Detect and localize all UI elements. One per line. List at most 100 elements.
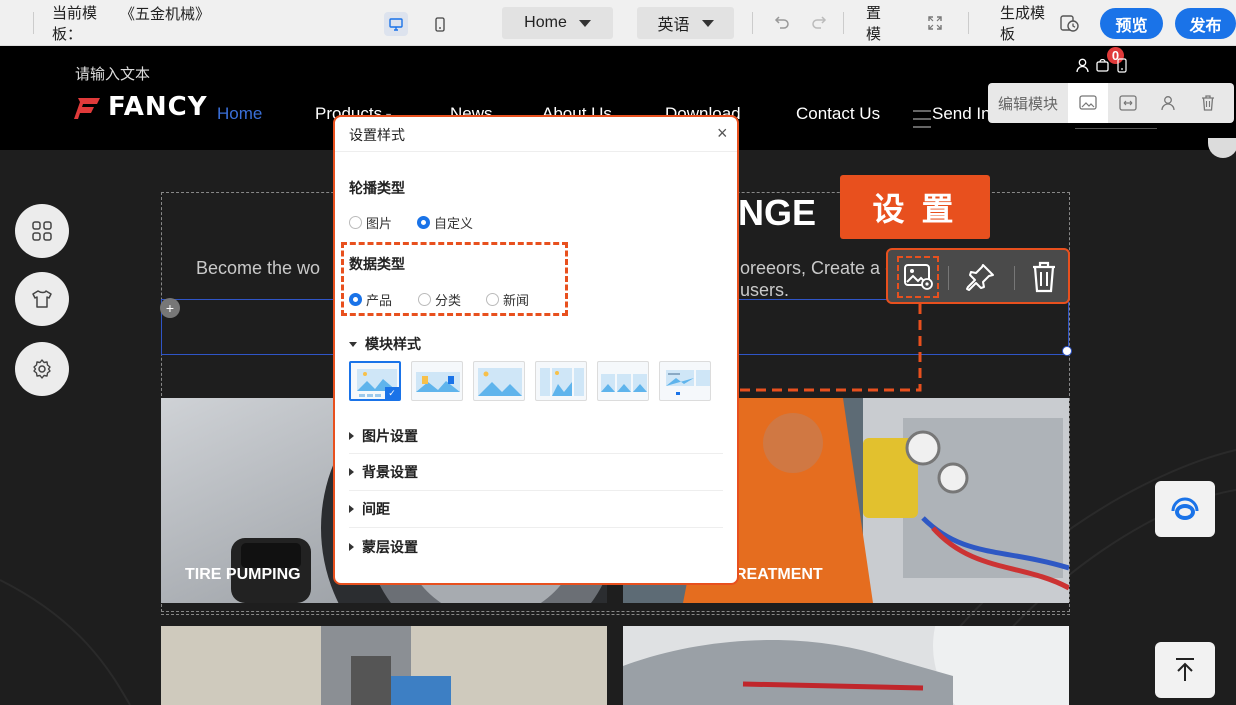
edit-module-button[interactable]: 编辑模块 (988, 93, 1068, 114)
dialog-divider (335, 151, 737, 152)
undo-button[interactable] (774, 14, 791, 31)
carousel-option-custom[interactable]: 自定义 (417, 213, 473, 232)
caret-right-icon (349, 505, 354, 513)
mobile-view-button[interactable] (430, 12, 450, 36)
style-option-6[interactable] (659, 361, 711, 401)
close-icon[interactable]: × (717, 123, 728, 144)
language-select[interactable]: 英语 (637, 7, 734, 39)
publish-button[interactable]: 发布 (1175, 8, 1236, 39)
mobile-site-button[interactable] (1117, 58, 1127, 73)
accordion-spacing[interactable]: 间距 (349, 491, 723, 528)
module-style-options: ✓ (349, 361, 711, 401)
logo-mark-icon (74, 98, 100, 119)
page-select[interactable]: Home (502, 7, 613, 39)
data-option-news[interactable]: 新闻 (486, 290, 529, 309)
fullscreen-button[interactable] (927, 15, 943, 31)
settings-button[interactable] (15, 342, 69, 396)
delete-module-button[interactable] (1031, 261, 1057, 293)
radio-button (418, 293, 431, 306)
logo-text: FANCY (108, 92, 208, 122)
section-title[interactable]: NGE (738, 192, 816, 234)
nav-send-inquiry[interactable]: Send In (932, 104, 991, 124)
dialog-title: 设置样式 (349, 127, 405, 143)
header-text[interactable]: 请输入文本 (75, 63, 150, 84)
toolbar-divider (843, 12, 844, 34)
radio-label: 自定义 (434, 216, 474, 231)
nav-contact-us[interactable]: Contact Us (796, 104, 880, 124)
style-option-4[interactable] (535, 361, 587, 401)
preview-button[interactable]: 预览 (1100, 8, 1163, 39)
machine-photo (161, 626, 607, 705)
style-option-5[interactable] (597, 361, 649, 401)
modules-button[interactable] (15, 204, 69, 258)
accordion-image-settings[interactable]: 图片设置 (349, 418, 723, 454)
grid-icon (32, 221, 52, 241)
back-to-top-button[interactable] (1155, 642, 1215, 698)
arrow-up-icon (1176, 658, 1194, 681)
settings-callout: 设 置 (840, 175, 990, 239)
accordion-label: 蒙层设置 (362, 538, 418, 555)
expand-icon (928, 16, 942, 30)
account-button[interactable] (1076, 58, 1089, 73)
menu-button[interactable] (912, 108, 932, 130)
resize-handle[interactable] (1062, 346, 1072, 356)
card-label: TIRE PUMPING (185, 566, 301, 583)
language-select-value: 英语 (657, 17, 690, 34)
chevron-down-icon (701, 19, 714, 27)
product-card-4[interactable] (623, 626, 1069, 705)
module-style-section-toggle[interactable]: 模块样式 (349, 334, 421, 354)
intro-text[interactable]: Become the wo (196, 258, 320, 279)
style-option-3[interactable] (473, 361, 525, 401)
add-module-button[interactable]: + (160, 298, 180, 318)
cart-icon (1096, 59, 1109, 72)
card-label: REATMENT (735, 566, 823, 583)
product-card-3[interactable] (161, 626, 607, 705)
style-option-2[interactable] (411, 361, 463, 401)
redo-button[interactable] (810, 14, 827, 31)
carousel-style-icon (540, 368, 584, 396)
image-settings-icon (1079, 95, 1097, 110)
desktop-view-button[interactable] (384, 12, 408, 36)
history-button[interactable] (1059, 13, 1079, 33)
phone-icon (1117, 58, 1127, 73)
module-image-button[interactable] (1068, 83, 1109, 123)
data-option-category[interactable]: 分类 (418, 290, 461, 309)
annotation-connector (738, 304, 922, 392)
trash-icon (1202, 95, 1215, 111)
theme-button[interactable] (15, 272, 69, 326)
pin-button[interactable] (964, 262, 996, 292)
cart-button[interactable] (1096, 59, 1109, 72)
settings-accordion: 图片设置 背景设置 间距 蒙层设置 (349, 418, 723, 565)
page-select-value: Home (524, 14, 567, 31)
intro-text-continued[interactable]: users. (740, 280, 789, 301)
radio-button-selected (349, 293, 362, 306)
carousel-style-icon (478, 368, 522, 396)
shirt-icon (32, 290, 52, 308)
carousel-type-label: 轮播类型 (349, 180, 405, 196)
toolbar-divider (948, 266, 949, 290)
settings-template-button[interactable]: 置 模 (866, 3, 888, 45)
redo-icon (812, 16, 827, 29)
carousel-style-icon (601, 374, 647, 392)
module-width-button[interactable] (1108, 83, 1148, 123)
customer-service-button[interactable] (1155, 481, 1215, 537)
accordion-background-settings[interactable]: 背景设置 (349, 454, 723, 491)
accordion-overlay-settings[interactable]: 蒙层设置 (349, 528, 723, 565)
module-member-button[interactable] (1148, 83, 1188, 123)
data-option-product[interactable]: 产品 (349, 290, 392, 309)
radio-label: 新闻 (503, 293, 530, 308)
module-delete-button[interactable] (1188, 83, 1228, 123)
accordion-label: 背景设置 (362, 464, 418, 480)
style-option-1[interactable]: ✓ (349, 361, 401, 401)
template-label: 当前模 板： (52, 5, 98, 43)
caret-right-icon (349, 542, 354, 551)
header-underline (1075, 128, 1157, 129)
chevron-down-icon (578, 19, 591, 27)
nav-home[interactable]: Home (217, 104, 262, 124)
style-settings-button[interactable] (897, 256, 939, 298)
carousel-option-image[interactable]: 图片 (349, 213, 392, 232)
site-logo[interactable]: FANCY (74, 92, 208, 122)
intro-text-continued[interactable]: oreeors, Create a c (740, 258, 894, 279)
generate-template-button[interactable]: 生成模 板 (1000, 3, 1050, 45)
accordion-label: 图片设置 (362, 427, 418, 444)
